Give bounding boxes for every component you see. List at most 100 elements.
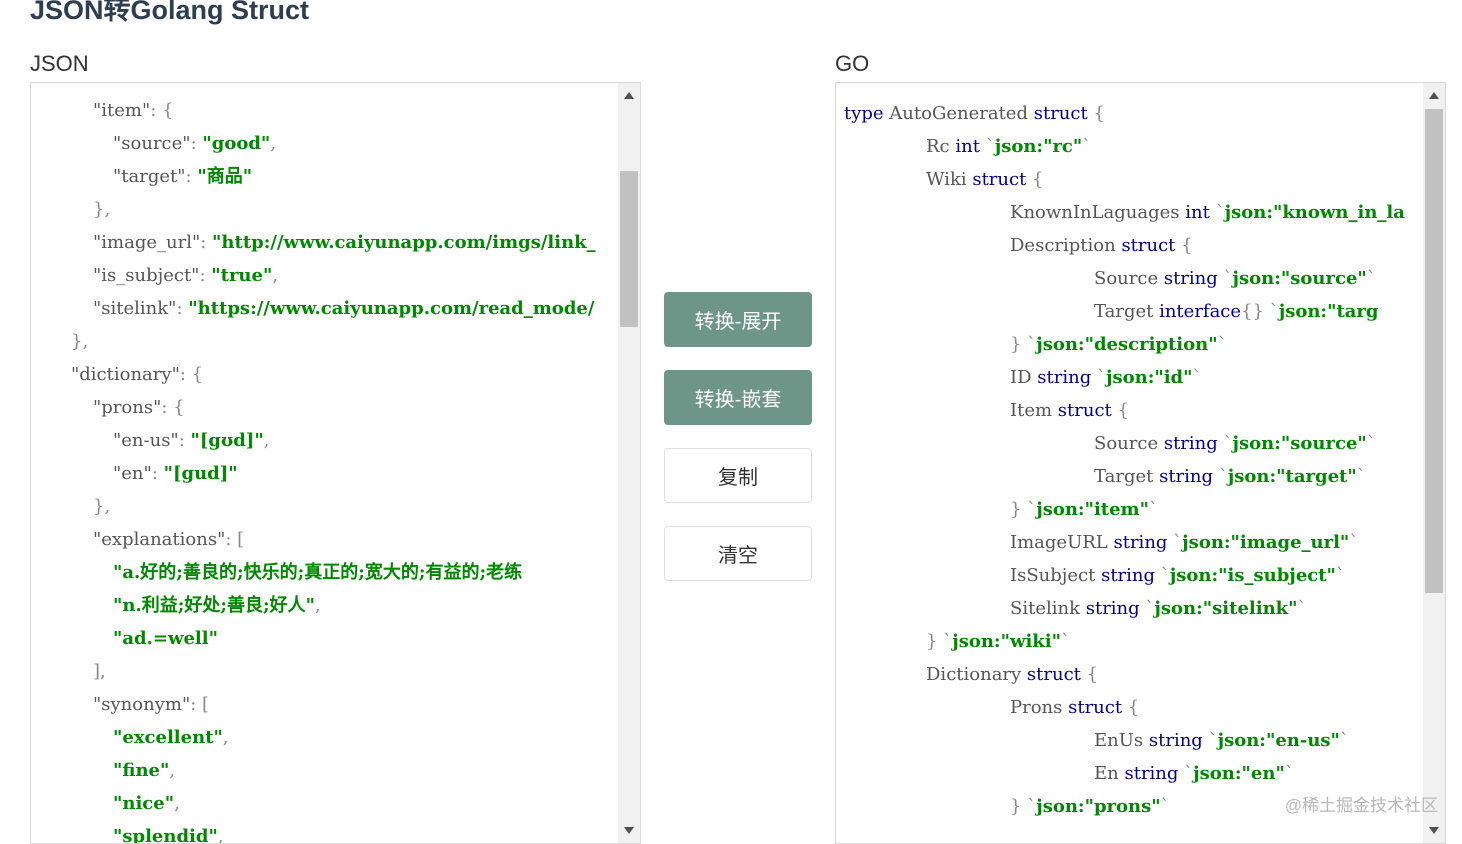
go-token: {: [1111, 400, 1129, 421]
json-token: "[gʊd]": [190, 430, 264, 451]
json-token: : [: [225, 529, 245, 550]
go-token: struct: [972, 169, 1027, 190]
go-code-line: EnUs string `json:"en-us"`: [844, 724, 1405, 757]
go-token: `: [1082, 136, 1092, 157]
go-token: struct: [1068, 697, 1123, 718]
go-code-line: Dictionary struct {: [844, 658, 1405, 691]
go-output-editor[interactable]: type AutoGenerated struct {Rc int `json:…: [835, 82, 1446, 844]
json-token: :: [199, 265, 212, 286]
go-token: string: [1124, 763, 1179, 784]
json-token: "sitelink": [93, 298, 177, 319]
go-token: {} `: [1241, 301, 1279, 322]
json-code-line: "explanations": [: [51, 523, 596, 556]
go-token: type: [844, 103, 884, 124]
go-token: `: [1202, 730, 1218, 751]
json-token: "excellent": [113, 727, 223, 748]
json-code-line: },: [51, 193, 596, 226]
json-token: "商品": [197, 166, 253, 187]
go-token: struct: [1033, 103, 1088, 124]
go-token: KnownInLaguages: [1010, 202, 1186, 223]
json-token: : {: [150, 100, 174, 121]
copy-button[interactable]: 复制: [664, 448, 812, 503]
go-token: string: [1101, 565, 1156, 586]
go-token: `: [1060, 631, 1070, 652]
json-code-line: "en": "[gud]": [51, 457, 596, 490]
go-token: Dictionary: [926, 664, 1027, 685]
json-vertical-scrollbar[interactable]: [618, 83, 640, 843]
json-token: "fine": [113, 760, 170, 781]
go-code-line: En string `json:"en"`: [844, 757, 1405, 790]
go-code-line: KnownInLaguages int `json:"known_in_la: [844, 196, 1405, 229]
scroll-up-arrow-icon[interactable]: [624, 92, 634, 99]
go-token: json:"known_in_la: [1224, 202, 1405, 223]
go-token: `: [1335, 565, 1345, 586]
json-token: "good": [202, 133, 271, 154]
go-token: `: [1091, 367, 1106, 388]
go-token: int: [955, 136, 980, 157]
go-token: {: [1026, 169, 1044, 190]
json-token: "synonym": [93, 694, 191, 715]
json-token: ,: [222, 727, 229, 748]
go-vertical-scrollbar[interactable]: [1423, 83, 1445, 843]
go-code-line: Description struct {: [844, 229, 1405, 262]
go-token: json:"is_subject": [1169, 565, 1336, 586]
go-token: Source: [1094, 433, 1164, 454]
go-token: Description: [1010, 235, 1122, 256]
go-token: `: [1356, 466, 1366, 487]
go-token: IsSubject: [1010, 565, 1102, 586]
json-token: :: [190, 133, 203, 154]
convert-expand-button[interactable]: 转换-展开: [664, 292, 812, 347]
go-code-area[interactable]: type AutoGenerated struct {Rc int `json:…: [844, 97, 1405, 823]
json-code-line: "n.利益;好处;善良;好人",: [51, 589, 596, 622]
scroll-down-arrow-icon[interactable]: [624, 827, 634, 834]
json-token: },: [93, 199, 111, 220]
json-token: :: [176, 298, 189, 319]
go-token: string: [1037, 367, 1092, 388]
scroll-up-arrow-icon[interactable]: [1429, 92, 1439, 99]
go-token: `: [1160, 796, 1170, 817]
go-token: } `: [1010, 499, 1037, 520]
go-token: `: [1217, 433, 1233, 454]
json-token: :: [178, 430, 191, 451]
go-token: `: [1366, 268, 1376, 289]
go-token: string: [1163, 268, 1218, 289]
go-token: Item: [1010, 400, 1058, 421]
go-token: Rc: [926, 136, 956, 157]
go-token: EnUs: [1094, 730, 1149, 751]
json-code-line: "nice",: [51, 787, 596, 820]
json-input-editor[interactable]: "item": {"source": "good", "target": "商品"…: [30, 82, 641, 844]
json-token: },: [71, 331, 89, 352]
go-token: `: [1167, 532, 1183, 553]
go-token: `: [1349, 532, 1359, 553]
json-code-area[interactable]: "item": {"source": "good", "target": "商品"…: [51, 94, 596, 843]
go-token: json:"prons": [1036, 796, 1161, 817]
go-scroll-thumb[interactable]: [1425, 109, 1443, 593]
clear-button[interactable]: 清空: [664, 526, 812, 581]
go-token: } `: [1010, 334, 1037, 355]
json-code-line: "prons": {: [51, 391, 596, 424]
json-token: "ad.=well": [113, 628, 218, 649]
go-code-line: IsSubject string `json:"is_subject"`: [844, 559, 1405, 592]
go-token: json:"description": [1036, 334, 1218, 355]
go-token: `: [1339, 730, 1349, 751]
scroll-down-arrow-icon[interactable]: [1429, 827, 1439, 834]
json-token: :: [185, 166, 198, 187]
json-token: ],: [93, 661, 106, 682]
json-token: "a.好的;善良的;快乐的;真正的;宽大的;有益的;老练: [113, 562, 523, 583]
json-code-line: },: [51, 490, 596, 523]
go-token: AutoGenerated: [883, 103, 1034, 124]
go-token: `: [1209, 202, 1225, 223]
json-token: ,: [263, 430, 270, 451]
go-token: json:"en-us": [1217, 730, 1340, 751]
json-code-line: "a.好的;善良的;快乐的;真正的;宽大的;有益的;老练: [51, 556, 596, 589]
json-token: : {: [161, 397, 185, 418]
convert-nested-button[interactable]: 转换-嵌套: [664, 370, 812, 425]
watermark: @稀土掘金技术社区: [1284, 796, 1438, 815]
go-token: string: [1159, 466, 1214, 487]
json-token: "prons": [93, 397, 162, 418]
go-token: `: [1178, 763, 1194, 784]
json-scroll-thumb[interactable]: [620, 171, 638, 327]
go-token: struct: [1121, 235, 1176, 256]
go-code-line: ImageURL string `json:"image_url"`: [844, 526, 1405, 559]
go-code-line: Target interface{} `json:"targ: [844, 295, 1405, 328]
